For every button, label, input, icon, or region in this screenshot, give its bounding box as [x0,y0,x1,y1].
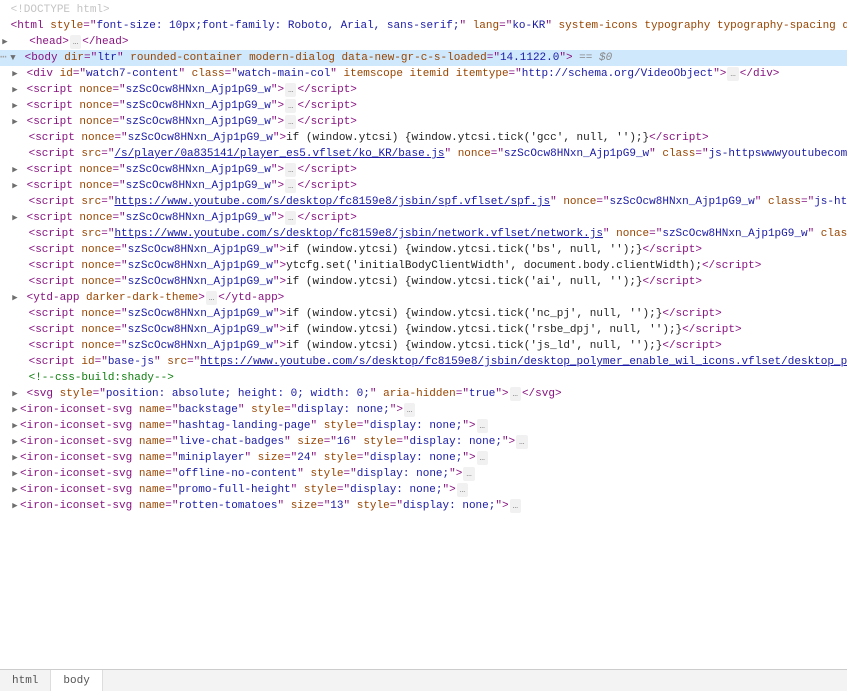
expand-icon[interactable]: ▶ [10,403,20,417]
ellipsis-icon[interactable]: … [477,419,488,433]
ellipsis-icon[interactable]: … [510,387,521,401]
ellipsis-icon[interactable]: … [285,115,296,129]
expand-icon[interactable]: ▶ [10,83,20,97]
expand-icon[interactable]: ▶ [10,435,20,449]
crumb-html[interactable]: html [0,670,51,691]
script-collapsed[interactable]: ▶ <script nonce="szScOcw8HNxn_Ajp1pG9_w"… [0,82,847,98]
expand-icon[interactable]: ▶ [10,179,20,193]
ellipsis-icon[interactable]: … [285,83,296,97]
script-src-base-js[interactable]: <script id="base-js" src="https://www.yo… [0,354,847,370]
expand-icon[interactable]: ▶ [10,483,20,497]
comment-node[interactable]: <!--css-build:shady--> [0,370,847,386]
iron-iconset-node[interactable]: ▶<iron-iconset-svg name="promo-full-heig… [0,482,847,498]
script-inline[interactable]: <script nonce="szScOcw8HNxn_Ajp1pG9_w">i… [0,306,847,322]
ytd-app-node[interactable]: ▶ <ytd-app darker-dark-theme>…</ytd-app> [0,290,847,306]
iron-iconset-node[interactable]: ▶<iron-iconset-svg name="hashtag-landing… [0,418,847,434]
expand-icon[interactable]: ▶ [10,211,20,225]
script-inline[interactable]: <script nonce="szScOcw8HNxn_Ajp1pG9_w">i… [0,322,847,338]
expand-icon[interactable]: ▶ [10,163,20,177]
source-link[interactable]: https://www.youtube.com/s/desktop/fc8159… [200,356,847,368]
script-src[interactable]: <script src="https://www.youtube.com/s/d… [0,226,847,242]
script-src[interactable]: <script src="https://www.youtube.com/s/d… [0,194,847,210]
expand-icon[interactable]: ▶ [10,67,20,81]
source-link[interactable]: /s/player/0a835141/player_es5.vflset/ko_… [114,148,444,160]
iron-iconset-node[interactable]: ▶<iron-iconset-svg name="live-chat-badge… [0,434,847,450]
ellipsis-icon[interactable]: … [457,483,468,497]
ellipsis-icon[interactable]: … [516,435,527,449]
iron-iconset-node[interactable]: ▶<iron-iconset-svg name="offline-no-cont… [0,466,847,482]
ellipsis-icon[interactable]: … [404,403,415,417]
crumb-body[interactable]: body [51,670,102,691]
body-open[interactable]: ⋯▼ <body dir="ltr" rounded-container mod… [0,50,847,66]
script-collapsed[interactable]: ▶ <script nonce="szScOcw8HNxn_Ajp1pG9_w"… [0,98,847,114]
source-link[interactable]: https://www.youtube.com/s/desktop/fc8159… [114,228,602,240]
script-src[interactable]: <script src="/s/player/0a835141/player_e… [0,146,847,162]
expand-icon[interactable]: ▶ [0,35,10,49]
selection-indicator: ⋯ [0,51,8,65]
dom-tree[interactable]: <!DOCTYPE html> <html style="font-size: … [0,0,847,669]
script-inline[interactable]: <script nonce="szScOcw8HNxn_Ajp1pG9_w">i… [0,274,847,290]
expand-icon[interactable]: ▶ [10,451,20,465]
svg-node[interactable]: ▶ <svg style="position: absolute; height… [0,386,847,402]
expand-icon[interactable]: ▶ [10,467,20,481]
script-inline[interactable]: <script nonce="szScOcw8HNxn_Ajp1pG9_w">i… [0,130,847,146]
html-open[interactable]: <html style="font-size: 10px;font-family… [0,18,847,34]
ellipsis-icon[interactable]: … [285,179,296,193]
expand-icon[interactable]: ▶ [10,99,20,113]
ellipsis-icon[interactable]: … [70,35,81,49]
div-watch7[interactable]: ▶ <div id="watch7-content" class="watch-… [0,66,847,82]
script-inline[interactable]: <script nonce="szScOcw8HNxn_Ajp1pG9_w">i… [0,338,847,354]
iron-iconset-node[interactable]: ▶<iron-iconset-svg name="rotten-tomatoes… [0,498,847,514]
expand-icon[interactable]: ▶ [10,419,20,433]
ellipsis-icon[interactable]: … [206,291,217,305]
ellipsis-icon[interactable]: … [285,211,296,225]
doctype-line: <!DOCTYPE html> [0,2,847,18]
ellipsis-icon[interactable]: … [285,163,296,177]
expand-icon[interactable]: ▼ [8,51,18,65]
expand-icon[interactable]: ▶ [10,291,20,305]
ellipsis-icon[interactable]: … [463,467,474,481]
script-inline[interactable]: <script nonce="szScOcw8HNxn_Ajp1pG9_w">i… [0,242,847,258]
iron-iconset-node[interactable]: ▶<iron-iconset-svg name="miniplayer" siz… [0,450,847,466]
expand-icon[interactable]: ▶ [10,387,20,401]
source-link[interactable]: https://www.youtube.com/s/desktop/fc8159… [114,196,550,208]
breadcrumb: html body [0,669,847,691]
script-collapsed[interactable]: ▶ <script nonce="szScOcw8HNxn_Ajp1pG9_w"… [0,162,847,178]
expand-icon[interactable]: ▶ [10,115,20,129]
expand-icon[interactable]: ▶ [10,499,20,513]
script-inline[interactable]: <script nonce="szScOcw8HNxn_Ajp1pG9_w">y… [0,258,847,274]
ellipsis-icon[interactable]: … [477,451,488,465]
ellipsis-icon[interactable]: … [727,67,738,81]
ellipsis-icon[interactable]: … [285,99,296,113]
iron-iconset-node[interactable]: ▶<iron-iconset-svg name="backstage" styl… [0,402,847,418]
script-collapsed[interactable]: ▶ <script nonce="szScOcw8HNxn_Ajp1pG9_w"… [0,114,847,130]
ellipsis-icon[interactable]: … [510,499,521,513]
script-collapsed[interactable]: ▶ <script nonce="szScOcw8HNxn_Ajp1pG9_w"… [0,178,847,194]
script-collapsed[interactable]: ▶ <script nonce="szScOcw8HNxn_Ajp1pG9_w"… [0,210,847,226]
head-node[interactable]: ▶ <head>…</head> [0,34,847,50]
